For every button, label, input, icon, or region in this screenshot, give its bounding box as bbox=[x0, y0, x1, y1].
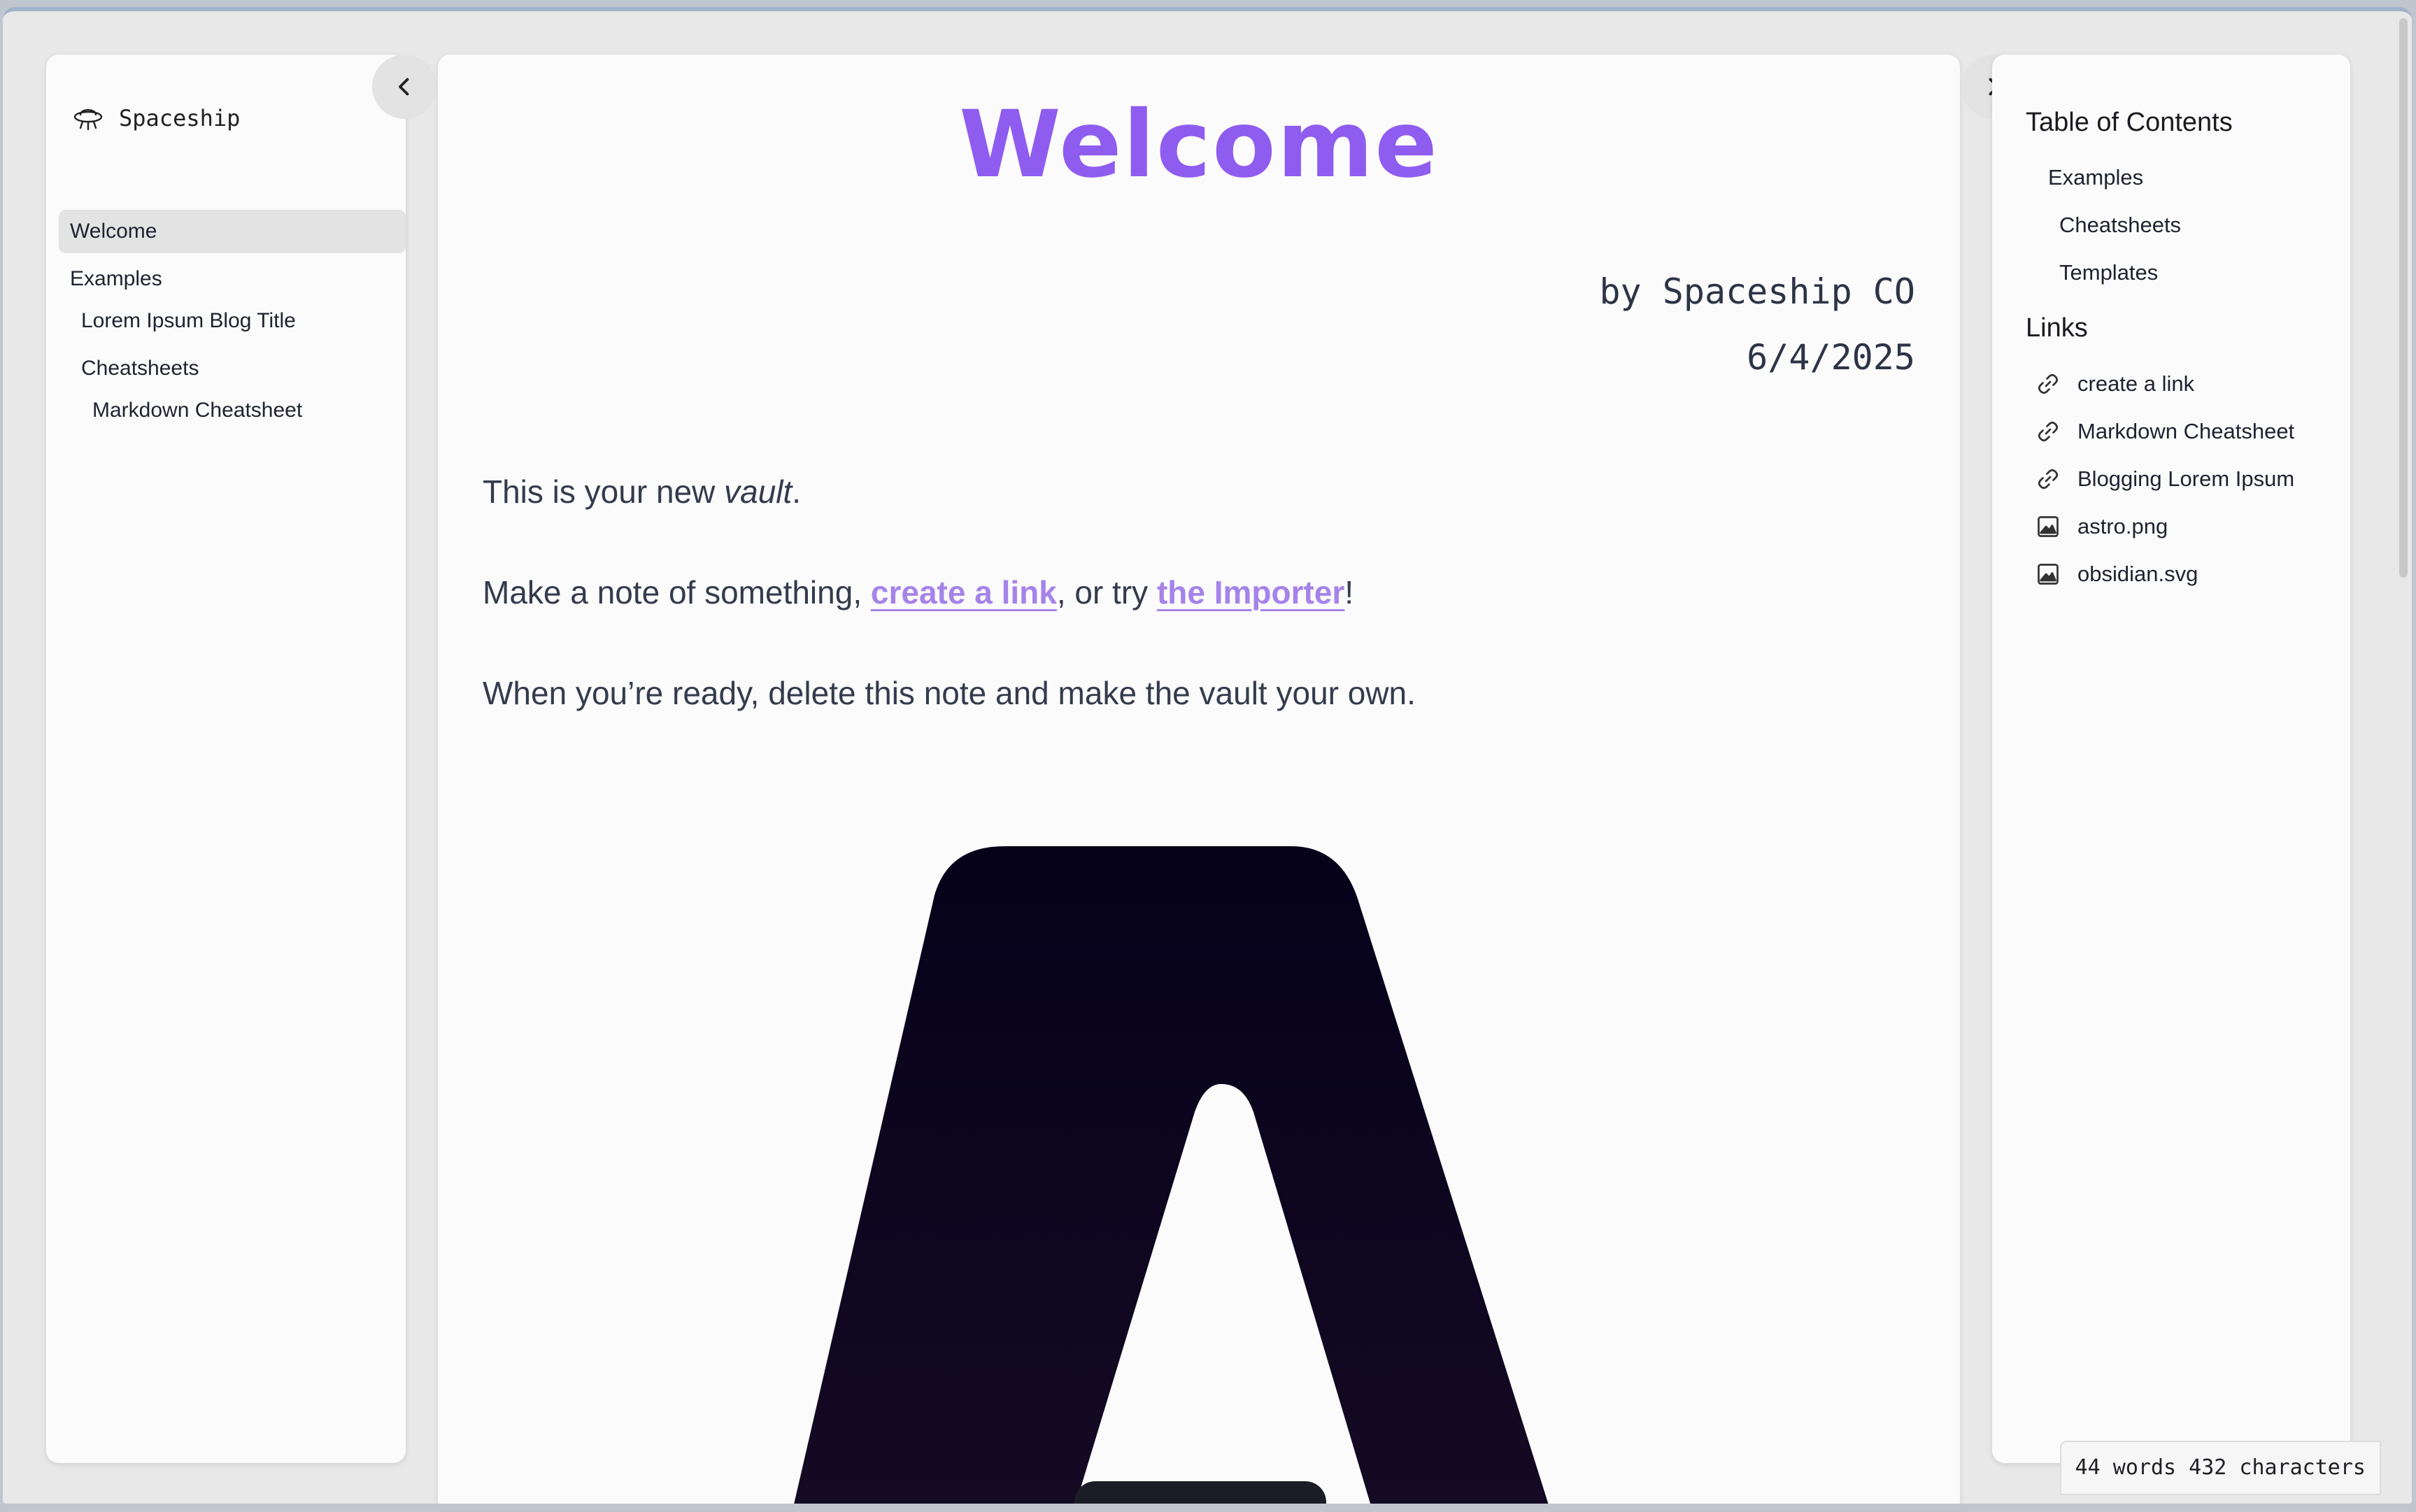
nav-item-label: Examples bbox=[70, 267, 162, 290]
link-label: Blogging Lorem Ipsum bbox=[2077, 466, 2295, 491]
nav-item-cheatsheets[interactable]: Cheatsheets bbox=[59, 347, 199, 390]
collapse-left-sidebar-button[interactable] bbox=[372, 55, 436, 119]
link-item-astro-png[interactable]: astro.png bbox=[2035, 509, 2168, 544]
vault-emphasis: vault bbox=[724, 473, 793, 510]
link-label: astro.png bbox=[2077, 514, 2168, 539]
links-title: Links bbox=[2026, 313, 2088, 343]
word-count-status: 44 words 432 characters bbox=[2059, 1441, 2381, 1495]
link-label: create a link bbox=[2077, 371, 2195, 396]
text: This is your new bbox=[483, 473, 725, 510]
note-date: 6/4/2025 bbox=[1747, 337, 1915, 378]
note-content: Welcome by Spaceship CO 6/4/2025 This is… bbox=[438, 55, 1960, 1504]
nav-item-examples[interactable]: Examples bbox=[59, 257, 162, 301]
importer-link[interactable]: the Importer bbox=[1157, 574, 1344, 611]
toc-item-cheatsheets[interactable]: Cheatsheets bbox=[2059, 213, 2181, 238]
toc-item-templates[interactable]: Templates bbox=[2059, 260, 2158, 285]
text: . bbox=[792, 473, 802, 510]
link-item-blogging-lorem-ipsum[interactable]: Blogging Lorem Ipsum bbox=[2035, 462, 2294, 497]
text: Make a note of something, bbox=[483, 574, 871, 611]
nav-item-label: Welcome bbox=[70, 220, 157, 243]
toc-title: Table of Contents bbox=[2026, 108, 2233, 137]
nav-item-welcome[interactable]: Welcome bbox=[59, 210, 406, 253]
paragraph-links: Make a note of something, create a link,… bbox=[483, 573, 1353, 611]
link-icon bbox=[2035, 419, 2061, 444]
note-byline: by Spaceship CO bbox=[1599, 271, 1915, 312]
paragraph-ready: When you’re ready, delete this note and … bbox=[483, 675, 1416, 711]
image-icon bbox=[2035, 514, 2061, 539]
chevron-left-icon bbox=[399, 78, 409, 96]
brand[interactable]: Spaceship bbox=[71, 99, 240, 137]
astro-logo-image bbox=[794, 846, 1549, 1504]
nav-item-lorem-ipsum-blog-title[interactable]: Lorem Ipsum Blog Title bbox=[59, 299, 296, 343]
text: ! bbox=[1344, 574, 1354, 611]
link-item-obsidian-svg[interactable]: obsidian.svg bbox=[2035, 557, 2198, 592]
link-label: Markdown Cheatsheet bbox=[2077, 419, 2295, 443]
ufo-icon bbox=[73, 109, 103, 131]
left-sidebar: Spaceship Welcome Examples Lorem Ipsum B… bbox=[46, 55, 406, 1463]
nav-item-markdown-cheatsheet[interactable]: Markdown Cheatsheet bbox=[59, 389, 302, 432]
app-window: Spaceship Welcome Examples Lorem Ipsum B… bbox=[3, 7, 2412, 1504]
toc-item-examples[interactable]: Examples bbox=[2048, 165, 2143, 190]
paragraph-vault: This is your new vault. bbox=[483, 473, 801, 511]
link-icon bbox=[2035, 466, 2061, 492]
image-icon bbox=[2035, 562, 2061, 587]
right-sidebar: Table of Contents Examples Cheatsheets T… bbox=[1992, 55, 2350, 1463]
link-label: obsidian.svg bbox=[2077, 562, 2198, 586]
scrollbar[interactable] bbox=[2399, 18, 2408, 578]
link-item-create-a-link[interactable]: create a link bbox=[2035, 366, 2194, 401]
nav-item-label: Lorem Ipsum Blog Title bbox=[81, 309, 296, 332]
link-item-markdown-cheatsheet[interactable]: Markdown Cheatsheet bbox=[2035, 414, 2294, 449]
floating-toolbar[interactable] bbox=[1074, 1481, 1326, 1504]
text: , or try bbox=[1056, 574, 1157, 611]
create-a-link-link[interactable]: create a link bbox=[871, 574, 1057, 611]
link-icon bbox=[2035, 371, 2061, 397]
nav-item-label: Cheatsheets bbox=[81, 357, 199, 380]
note-title: Welcome bbox=[959, 91, 1439, 199]
brand-name: Spaceship bbox=[119, 105, 241, 131]
nav-item-label: Markdown Cheatsheet bbox=[92, 399, 303, 422]
